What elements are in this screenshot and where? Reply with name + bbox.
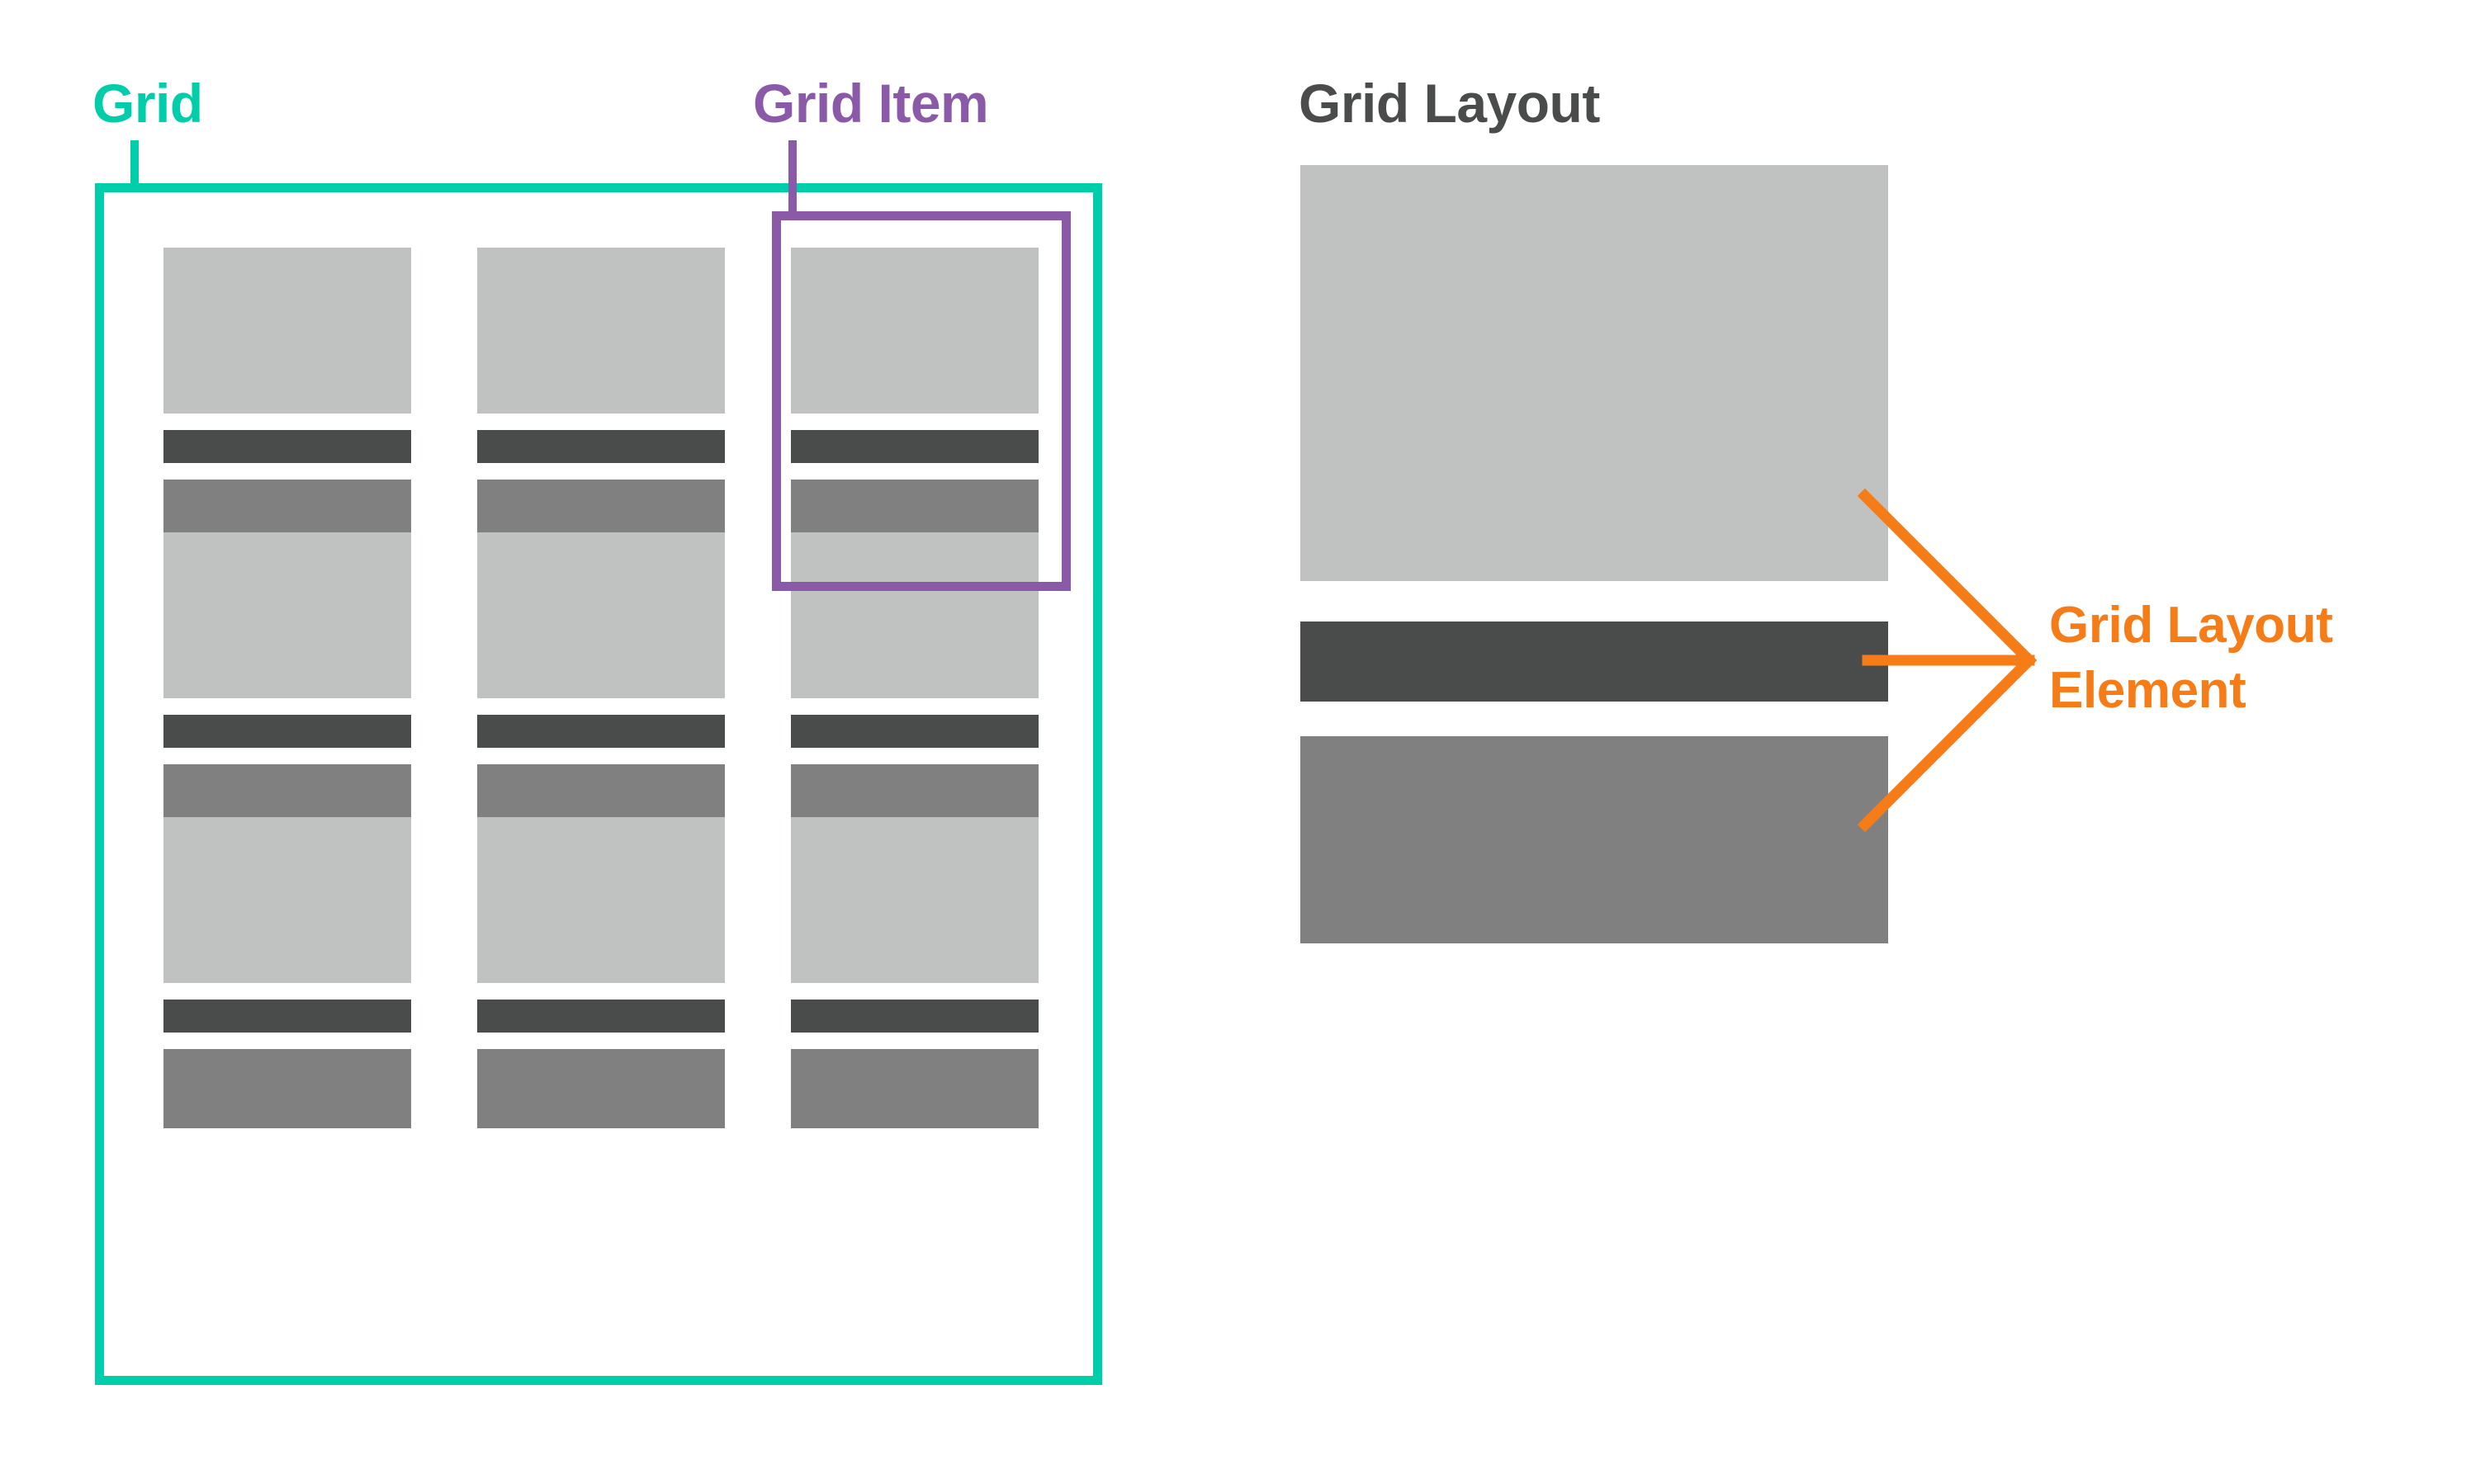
card-title-block: [477, 715, 725, 748]
grid-cell: [163, 532, 411, 844]
callout-label-line-1: Grid Layout: [2049, 597, 2333, 654]
grid-leader-line: [130, 140, 139, 188]
diagram-canvas: Grid Grid Item Grid Layout Grid Layout E…: [0, 0, 2471, 1484]
grid-cell: [163, 817, 411, 1128]
card-title-block: [791, 715, 1039, 748]
grid-cell: [791, 817, 1039, 1128]
callout-leader-bottom: [1857, 652, 2038, 833]
card-image-block: [477, 817, 725, 983]
grid-label: Grid: [92, 73, 203, 134]
grid-item-leader-line: [788, 140, 797, 220]
callout-label: Grid Layout Element: [2049, 593, 2333, 724]
card-title-block: [163, 1000, 411, 1033]
card-title-block: [477, 1000, 725, 1033]
card-body-block: [477, 1049, 725, 1128]
card-image-block: [477, 532, 725, 698]
card-image-block: [791, 817, 1039, 983]
grid-layout-heading: Grid Layout: [1299, 73, 1600, 134]
card-title-block: [791, 1000, 1039, 1033]
grid-item-outline: [772, 211, 1071, 591]
card-body-block: [163, 1049, 411, 1128]
element-body-block: [1300, 736, 1888, 943]
grid-cell: [163, 248, 411, 559]
callout-leader-top: [1857, 488, 2038, 669]
card-title-block: [163, 715, 411, 748]
card-body-block: [791, 1049, 1039, 1128]
grid-cell: [477, 817, 725, 1128]
grid-cell: [477, 248, 725, 559]
card-image-block: [163, 248, 411, 414]
card-image-block: [163, 817, 411, 983]
callout-label-line-2: Element: [2049, 662, 2246, 720]
card-image-block: [163, 532, 411, 698]
grid-item-label: Grid Item: [753, 73, 989, 134]
card-title-block: [477, 430, 725, 463]
card-image-block: [477, 248, 725, 414]
element-image-block: [1300, 165, 1888, 581]
element-title-block: [1300, 621, 1888, 702]
grid-cell: [477, 532, 725, 844]
element-stack: [1300, 165, 1888, 943]
card-title-block: [163, 430, 411, 463]
